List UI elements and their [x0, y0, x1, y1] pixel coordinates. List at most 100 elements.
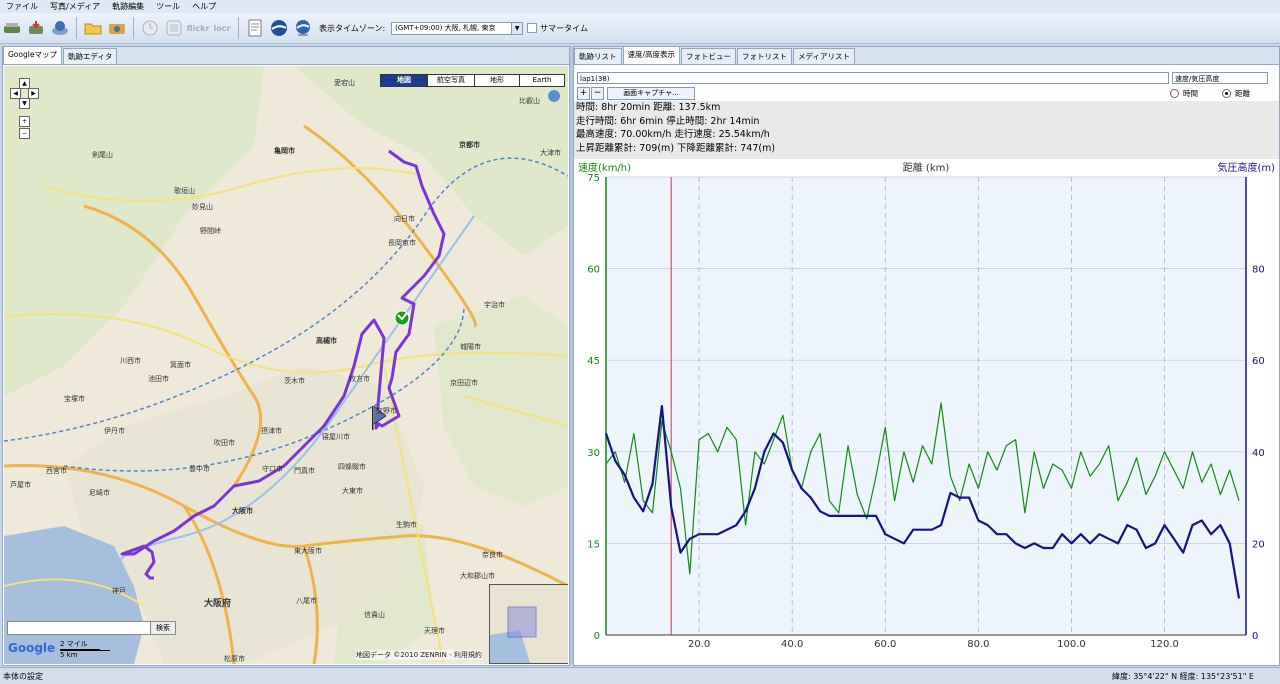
- y-right-tick-label: 40: [1252, 448, 1265, 459]
- map-credit[interactable]: 地図データ ©2010 ZENRIN - 利用規約: [356, 650, 482, 660]
- radio-time-dot[interactable]: [1170, 89, 1179, 98]
- menu-help[interactable]: ヘルプ: [186, 1, 222, 12]
- tab-google-map[interactable]: Googleマップ: [3, 46, 62, 64]
- x-tick-label: 20.0: [688, 639, 710, 650]
- map-type-terrain[interactable]: 地形: [474, 74, 520, 87]
- toolbar-separator: [238, 17, 239, 39]
- scale-km: 5 km: [60, 650, 110, 659]
- y-right-tick-label: 0: [1252, 631, 1258, 642]
- earth-blue-icon[interactable]: [293, 18, 313, 38]
- y-left-tick-label: 45: [587, 356, 600, 367]
- map-scale: 2 マイル 5 km: [60, 639, 110, 659]
- y-right-tick-label: 80: [1252, 265, 1265, 276]
- graph-panel: 軌跡リスト 速度/高度表示 フォトビュー フォトリスト メディアリスト lap1…: [573, 46, 1280, 666]
- chevron-down-icon[interactable]: ▼: [511, 22, 523, 34]
- capture-button[interactable]: 画面キャプチャ...: [607, 87, 695, 100]
- gps-download-icon[interactable]: [26, 18, 46, 38]
- timezone-label: 表示タイムゾーン:: [319, 23, 386, 33]
- toolbar-separator: [133, 17, 134, 39]
- globe-device-icon[interactable]: [50, 18, 70, 38]
- tab-media-list[interactable]: メディアリスト: [793, 48, 856, 64]
- google-logo: Google: [8, 641, 55, 655]
- left-tabs: Googleマップ 軌跡エディタ: [3, 46, 569, 65]
- menu-photo-media[interactable]: 写真/メディア: [44, 1, 106, 12]
- zoom-out-button[interactable]: −: [591, 87, 604, 100]
- tab-photo-view[interactable]: フォトビュー: [681, 48, 737, 64]
- y-left-tick-label: 0: [594, 631, 600, 642]
- right-tabs: 軌跡リスト 速度/高度表示 フォトビュー フォトリスト メディアリスト: [574, 46, 1279, 65]
- tab-speed-altitude[interactable]: 速度/高度表示: [622, 46, 681, 64]
- chart-svg[interactable]: 0 15 30 45 60 75 0 20 40 60 80 20.0 40.0 60.0 80.0 100.…: [574, 159, 1279, 664]
- tab-track-list[interactable]: 軌跡リスト: [574, 48, 622, 64]
- google-earth-icon[interactable]: [269, 18, 289, 38]
- status-coordinates: 緯度: 35°4'22" N 経度: 135°23'51" E: [1112, 672, 1254, 681]
- radio-time[interactable]: 時間: [1170, 88, 1198, 99]
- hard-drive-icon[interactable]: [2, 18, 22, 38]
- status-bar: 本体の設定 緯度: 35°4'22" N 経度: 135°23'51" E: [0, 667, 1280, 684]
- y-right-tick-label: 60: [1252, 356, 1265, 367]
- y-left-tick-label: 60: [587, 265, 600, 276]
- x-tick-label: 80.0: [967, 639, 989, 650]
- y-left-tick-label: 30: [587, 448, 600, 459]
- toolbar: flickr locr 表示タイムゾーン: (GMT+09:00) 大阪, 札幌…: [0, 13, 1280, 44]
- menu-file[interactable]: ファイル: [0, 1, 44, 12]
- open-folder-icon[interactable]: [83, 18, 103, 38]
- x-axis-title: 距離 (km): [903, 161, 950, 174]
- pan-down-icon[interactable]: ▼: [19, 98, 30, 109]
- camera-icon[interactable]: [107, 18, 127, 38]
- menu-track-edit[interactable]: 軌跡編集: [106, 1, 150, 12]
- y-left-axis-title: 速度(km/h): [578, 161, 631, 174]
- stat-time-distance: 時間: 8hr 20min 距離: 137.5km: [576, 102, 721, 113]
- overview-map[interactable]: [489, 584, 568, 664]
- status-left: 本体の設定: [3, 672, 43, 681]
- menu-bar: ファイル 写真/メディア 軌跡編集 ツール ヘルプ: [0, 0, 1280, 13]
- map-search-input[interactable]: [7, 621, 151, 635]
- summer-time-checkbox[interactable]: [527, 23, 538, 33]
- track-stats: 時間: 8hr 20min 距離: 137.5km 走行時間: 6hr 6min…: [574, 101, 1279, 159]
- radio-distance-dot[interactable]: [1222, 89, 1231, 98]
- y-right-tick-label: 20: [1252, 539, 1265, 550]
- plot-area: [606, 177, 1246, 635]
- x-tick-label: 40.0: [781, 639, 803, 650]
- lap-select[interactable]: lap1(38): [577, 72, 1169, 84]
- google-logo-text: Google: [8, 641, 56, 655]
- radio-distance-label: 距離: [1235, 89, 1250, 98]
- radio-distance[interactable]: 距離: [1222, 88, 1250, 99]
- map-type-map[interactable]: 地図: [380, 74, 428, 87]
- summer-time-toggle[interactable]: サマータイム: [523, 23, 588, 34]
- stat-moving-stopped: 走行時間: 6hr 6min 停止時間: 2hr 14min: [576, 115, 760, 127]
- summer-time-label: サマータイム: [540, 23, 588, 33]
- map-type-earth[interactable]: Earth: [519, 74, 565, 87]
- tab-photo-list[interactable]: フォトリスト: [737, 48, 793, 64]
- map-search-button[interactable]: 検索: [150, 621, 176, 635]
- clock-icon[interactable]: [140, 18, 160, 38]
- radio-time-label: 時間: [1183, 89, 1198, 98]
- map-type-satellite[interactable]: 航空写真: [427, 74, 475, 87]
- x-tick-label: 120.0: [1150, 639, 1179, 650]
- map-canvas[interactable]: [4, 66, 568, 664]
- x-tick-label: 100.0: [1057, 639, 1086, 650]
- stat-ascent-descent: 上昇距離累計: 709(m) 下降距離累計: 747(m): [576, 142, 776, 154]
- flickr-icon[interactable]: flickr: [187, 18, 210, 38]
- photo-frame-icon[interactable]: [164, 18, 184, 38]
- y-left-tick-label: 15: [587, 539, 600, 550]
- menu-tools[interactable]: ツール: [150, 1, 186, 12]
- speed-altitude-chart[interactable]: 0 15 30 45 60 75 0 20 40 60 80 20.0 40.0 60.0 80.0 100.…: [574, 159, 1279, 664]
- locr-icon[interactable]: locr: [212, 18, 232, 38]
- zoom-in-button[interactable]: +: [577, 87, 590, 100]
- scale-miles: 2 マイル: [60, 639, 100, 650]
- y-left-tick-label: 75: [587, 173, 600, 184]
- zoom-out-icon[interactable]: −: [19, 128, 30, 139]
- map-view[interactable]: 愛宕山 亀岡市 京都市 向日市 長岡京市 高槻市 茨木市 枚方市 寝屋川市 交野…: [4, 66, 568, 664]
- y-right-axis-title: 気圧高度(m): [1217, 161, 1275, 174]
- timezone-value: (GMT+09:00) 大阪, 札幌, 東京: [395, 24, 496, 32]
- graph-mode-select[interactable]: 速度/気圧高度: [1172, 72, 1268, 84]
- document-icon[interactable]: [245, 18, 265, 38]
- toolbar-separator: [76, 17, 77, 39]
- tab-track-editor[interactable]: 軌跡エディタ: [62, 48, 118, 64]
- stat-speeds: 最高速度: 70.00km/h 走行速度: 25.54km/h: [576, 129, 770, 140]
- x-tick-label: 60.0: [874, 639, 896, 650]
- map-panel: Googleマップ 軌跡エディタ 愛宕山 亀岡市 京都市 向日市 長岡京市 高槻…: [2, 46, 570, 666]
- zoom-in-icon[interactable]: +: [19, 116, 30, 127]
- timezone-select[interactable]: (GMT+09:00) 大阪, 札幌, 東京 ▼: [391, 21, 524, 35]
